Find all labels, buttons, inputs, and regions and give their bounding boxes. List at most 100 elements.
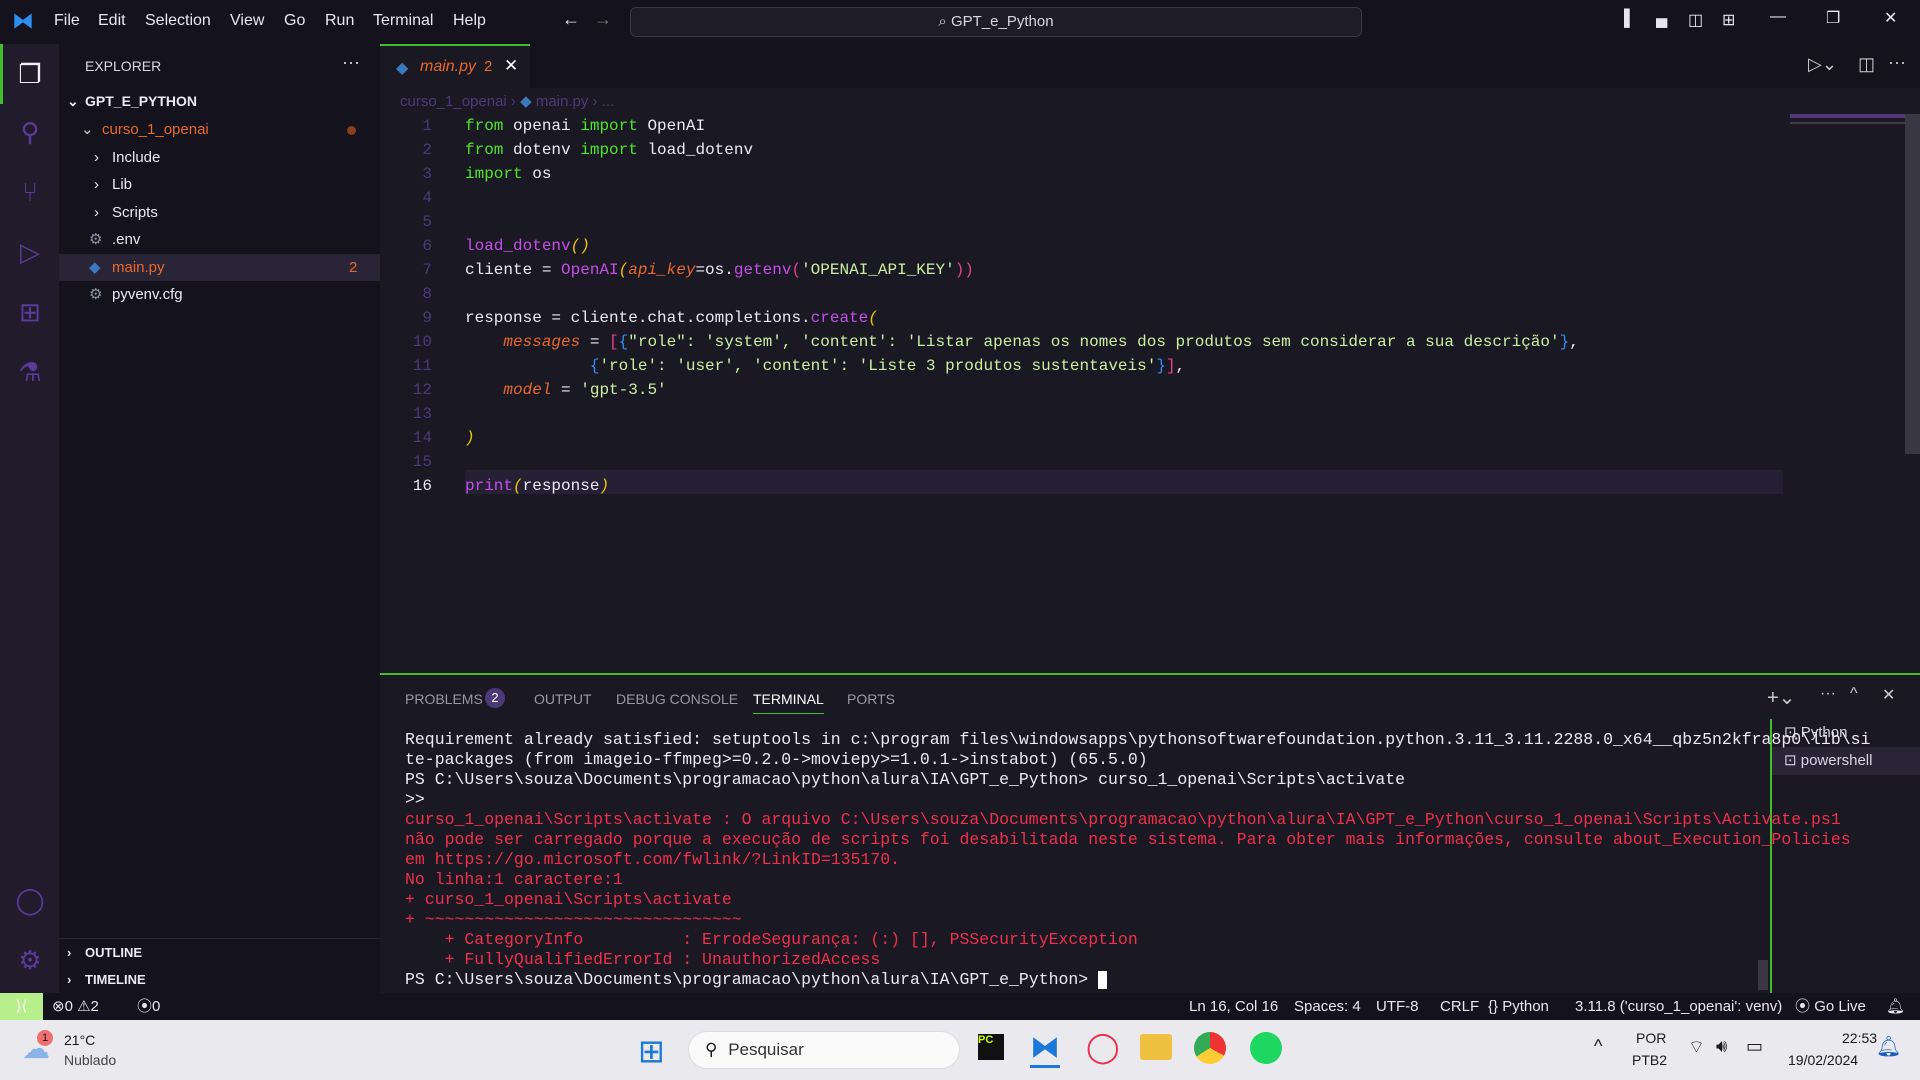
input-layout[interactable]: PTB2 — [1632, 1052, 1667, 1068]
code-line[interactable]: print(response) — [465, 474, 609, 498]
go-live-button[interactable]: ⦿ Go Live — [1795, 993, 1866, 1020]
explorer-icon[interactable]: ❐ — [14, 58, 46, 90]
menu-help[interactable]: Help — [453, 12, 486, 30]
taskbar-search[interactable]: ⚲ Pesquisar — [688, 1031, 960, 1069]
editor-scrollbar[interactable] — [1905, 114, 1920, 454]
tab-main-py[interactable]: ◆ main.py 2 ✕ — [380, 44, 530, 88]
settings-gear-icon[interactable]: ⚙ — [14, 944, 46, 976]
breadcrumb-more[interactable]: ... — [602, 93, 615, 110]
cursor-position[interactable]: Ln 16, Col 16 — [1189, 993, 1278, 1020]
code-line[interactable]: from dotenv import load_dotenv — [465, 138, 753, 162]
account-icon[interactable]: ◯ — [14, 884, 46, 916]
folder-include[interactable]: › Include — [59, 144, 380, 171]
tab-ports[interactable]: PORTS — [847, 691, 895, 707]
folder-lib[interactable]: › Lib — [59, 171, 380, 198]
toggle-secondary-sidebar-icon[interactable]: ◫ — [1688, 10, 1703, 30]
toggle-sidebar-icon[interactable]: ▌ — [1624, 10, 1635, 28]
file-explorer-icon[interactable] — [1140, 1034, 1172, 1060]
problems-count-badge: 2 — [485, 688, 505, 708]
customize-layout-icon[interactable]: ⊞ — [1722, 10, 1735, 30]
code-line[interactable]: import os — [465, 162, 551, 186]
close-tab-icon[interactable]: ✕ — [504, 56, 518, 76]
remote-indicator-icon[interactable]: ⟩⟨ — [0, 993, 43, 1020]
file-main-py[interactable]: ◆ main.py 2 — [59, 254, 380, 281]
menu-terminal[interactable]: Terminal — [373, 12, 433, 30]
line-ending[interactable]: CRLF — [1440, 993, 1479, 1020]
menu-edit[interactable]: Edit — [98, 12, 126, 30]
breadcrumb-file[interactable]: main.py — [536, 93, 589, 110]
split-editor-icon[interactable]: ◫ — [1858, 54, 1875, 75]
new-terminal-icon[interactable]: +⌄ — [1767, 685, 1795, 710]
clock-time[interactable]: 22:53 — [1842, 1030, 1877, 1046]
close-panel-icon[interactable]: ✕ — [1882, 685, 1895, 705]
chrome-icon[interactable] — [1194, 1032, 1226, 1064]
breadcrumb-folder[interactable]: curso_1_openai — [400, 93, 507, 110]
notifications-icon[interactable]: 🔔︎ — [1876, 1034, 1901, 1059]
encoding[interactable]: UTF-8 — [1376, 993, 1419, 1020]
close-window-button[interactable]: ✕ — [1884, 8, 1897, 28]
tab-output[interactable]: OUTPUT — [534, 691, 592, 707]
notifications-bell-icon[interactable]: 🔔︎ — [1886, 993, 1905, 1020]
tab-terminal[interactable]: TERMINAL — [753, 691, 824, 714]
forward-arrow-icon[interactable]: → — [594, 9, 612, 30]
windows-start-icon[interactable]: ⊞ — [638, 1032, 665, 1070]
pycharm-icon[interactable]: PC — [978, 1034, 1004, 1060]
battery-icon[interactable]: ▭ — [1746, 1036, 1763, 1057]
run-python-icon[interactable]: ▷⌄ — [1808, 54, 1837, 75]
file-env[interactable]: ⚙ .env — [59, 226, 380, 253]
code-line[interactable]: model = 'gpt-3.5' — [465, 378, 666, 402]
timeline-section[interactable]: › TIMELINE — [59, 966, 380, 993]
more-actions-icon[interactable]: ··· — [1888, 52, 1906, 73]
code-line[interactable]: ) — [465, 426, 475, 450]
ports-status[interactable]: ⦿0 — [137, 993, 160, 1020]
run-debug-icon[interactable]: ▷ — [14, 236, 46, 268]
tab-problems[interactable]: PROBLEMS — [405, 691, 483, 707]
wifi-icon[interactable]: ⌔ — [1688, 1036, 1705, 1059]
outline-section[interactable]: › OUTLINE — [59, 938, 380, 965]
python-interpreter[interactable]: 3.11.8 ('curso_1_openai': venv) — [1575, 993, 1782, 1020]
code-line[interactable]: messages = [{"role": 'system', 'content'… — [465, 330, 1578, 354]
code-line[interactable]: cliente = OpenAI(api_key=os.getenv('OPEN… — [465, 258, 974, 282]
spotify-icon[interactable] — [1250, 1032, 1282, 1064]
opera-icon[interactable]: ◯ — [1086, 1030, 1120, 1065]
more-actions-icon[interactable]: ··· — [342, 52, 360, 73]
menu-run[interactable]: Run — [325, 12, 354, 30]
clock-date[interactable]: 19/02/2024 — [1788, 1052, 1858, 1068]
line-number: 10 — [412, 333, 432, 351]
back-arrow-icon[interactable]: ← — [562, 9, 580, 30]
code-line[interactable]: from openai import OpenAI — [465, 114, 705, 138]
file-pyvenv-cfg[interactable]: ⚙ pyvenv.cfg — [59, 281, 380, 308]
minimize-button[interactable]: — — [1770, 8, 1786, 26]
input-language[interactable]: POR — [1636, 1030, 1666, 1046]
folder-curso-1-openai[interactable]: ⌄ curso_1_openai — [59, 116, 380, 143]
language-mode[interactable]: {} Python — [1488, 993, 1549, 1020]
minimap[interactable] — [1790, 114, 1905, 154]
menu-go[interactable]: Go — [284, 12, 305, 30]
line-number: 1 — [422, 117, 432, 135]
restore-button[interactable]: ❐ — [1826, 8, 1840, 28]
menu-selection[interactable]: Selection — [145, 12, 211, 30]
tab-debug-console[interactable]: DEBUG CONSOLE — [616, 691, 738, 707]
testing-icon[interactable]: ⚗ — [14, 356, 46, 388]
terminal-instance-powershell[interactable]: ⊡ powershell — [1772, 747, 1920, 775]
menu-file[interactable]: File — [54, 12, 80, 30]
maximize-panel-icon[interactable]: ^ — [1850, 685, 1858, 703]
extensions-icon[interactable]: ⊞ — [14, 296, 46, 328]
terminal-scrollbar[interactable] — [1758, 960, 1768, 990]
vscode-taskbar-icon[interactable]: ⧓ — [1030, 1030, 1060, 1068]
indentation[interactable]: Spaces: 4 — [1294, 993, 1361, 1020]
search-icon[interactable]: ⚲ — [14, 116, 46, 148]
folder-scripts[interactable]: › Scripts — [59, 199, 380, 226]
code-line[interactable]: response = cliente.chat.completions.crea… — [465, 306, 878, 330]
problems-status[interactable]: ⊗0 ⚠2 — [52, 993, 99, 1020]
code-line[interactable]: load_dotenv() — [465, 234, 590, 258]
command-center-search[interactable]: ⌕ GPT_e_Python — [630, 7, 1362, 37]
menu-view[interactable]: View — [230, 12, 264, 30]
toggle-panel-icon[interactable]: ▄ — [1656, 10, 1667, 28]
more-actions-icon[interactable]: ··· — [1820, 685, 1836, 703]
code-line[interactable]: {'role': 'user', 'content': 'Liste 3 pro… — [465, 354, 1185, 378]
show-hidden-icons-chevron[interactable]: ^ — [1594, 1036, 1602, 1057]
workspace-root[interactable]: ⌄ GPT_E_PYTHON — [59, 88, 380, 115]
source-control-icon[interactable]: ⑂ — [14, 176, 46, 208]
volume-icon[interactable]: 🔊︎ — [1716, 1036, 1727, 1057]
